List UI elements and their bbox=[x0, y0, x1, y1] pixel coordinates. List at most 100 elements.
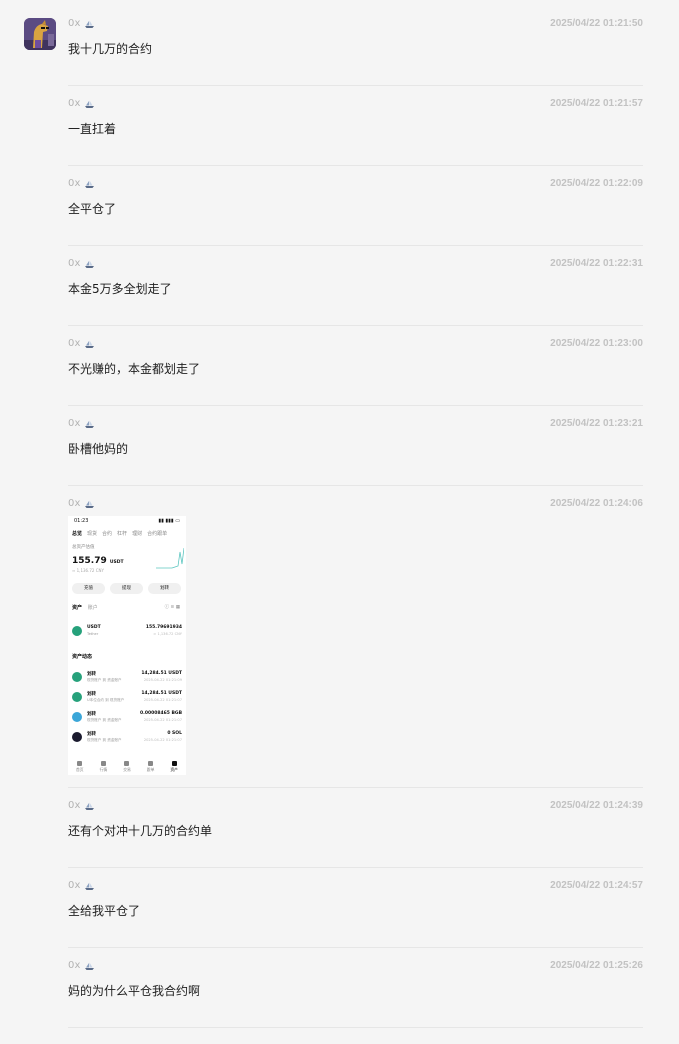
divider bbox=[68, 325, 643, 326]
sender-name[interactable]: 0x bbox=[68, 178, 95, 189]
message-text: 本金5万多全划走了 bbox=[68, 282, 172, 296]
sender-name[interactable]: 0x bbox=[68, 880, 95, 891]
activity-row[interactable]: 划转 现货账户 到 资金账户 14,284.51 USDT 2025-04-22… bbox=[72, 670, 182, 688]
message-timestamp: 2025/04/22 01:24:06 bbox=[550, 498, 643, 509]
message-timestamp: 2025/04/22 01:23:00 bbox=[550, 338, 643, 349]
ship-icon bbox=[84, 20, 94, 28]
activity-row[interactable]: 划转 现货账户 到 资金账户 0 SOL 2025-04-22 01:21:07 bbox=[72, 730, 182, 748]
message-item: 0x 2025/04/22 01:25:26 妈的为什么平仓我合约啊 bbox=[68, 960, 643, 999]
tether-icon bbox=[72, 672, 82, 682]
divider bbox=[68, 947, 643, 948]
balance: 155.79 USDT bbox=[72, 556, 124, 566]
divider bbox=[68, 787, 643, 788]
nav-home[interactable]: 首页 bbox=[76, 761, 84, 773]
assets-header: 资产 账户 bbox=[72, 605, 98, 611]
message-item: 0x 2025/04/22 01:23:21 卧槽他妈的 bbox=[68, 418, 643, 457]
activity-header: 资产动态 bbox=[72, 654, 93, 660]
withdraw-button[interactable]: 提现 bbox=[110, 583, 143, 594]
action-buttons: 充值 提现 划转 bbox=[72, 583, 181, 594]
sender-name[interactable]: 0x bbox=[68, 800, 95, 811]
divider bbox=[68, 245, 643, 246]
asset-label: 总资产估值 bbox=[72, 545, 95, 550]
status-time: 01:23 bbox=[74, 518, 89, 524]
bottom-nav: 首页 行情 交易 跟单 资产 bbox=[68, 759, 186, 775]
message-timestamp: 2025/04/22 01:21:57 bbox=[550, 98, 643, 109]
ship-icon bbox=[84, 802, 94, 810]
message-timestamp: 2025/04/22 01:22:31 bbox=[550, 258, 643, 269]
ship-icon bbox=[84, 962, 94, 970]
ship-icon bbox=[84, 420, 94, 428]
bgb-coin-icon bbox=[72, 712, 82, 722]
tab-spot[interactable]: 现货 bbox=[87, 530, 97, 537]
tether-icon bbox=[72, 626, 82, 636]
divider bbox=[68, 867, 643, 868]
divider bbox=[68, 485, 643, 486]
trend-sparkline bbox=[156, 547, 184, 569]
message-text: 还有个对冲十几万的合约单 bbox=[68, 824, 213, 838]
nav-assets[interactable]: 资产 bbox=[170, 761, 178, 773]
activity-row[interactable]: 划转 U本位合约 到 现货账户 14,284.51 USDT 2025-04-2… bbox=[72, 690, 182, 708]
message-timestamp: 2025/04/22 01:21:50 bbox=[550, 18, 643, 29]
message-text: 妈的为什么平仓我合约啊 bbox=[68, 984, 201, 998]
divider bbox=[68, 85, 643, 86]
home-icon bbox=[77, 761, 83, 766]
chart-icon bbox=[100, 761, 106, 766]
trade-icon bbox=[124, 761, 130, 766]
ship-icon bbox=[84, 500, 94, 508]
tab-margin[interactable]: 杠杆 bbox=[117, 530, 127, 537]
message-timestamp: 2025/04/22 01:24:57 bbox=[550, 880, 643, 891]
sender-name[interactable]: 0x bbox=[68, 498, 95, 509]
ship-icon bbox=[84, 180, 94, 188]
message-timestamp: 2025/04/22 01:22:09 bbox=[550, 178, 643, 189]
sender-name[interactable]: 0x bbox=[68, 960, 95, 971]
message-text: 我十几万的合约 bbox=[68, 42, 153, 56]
sender-name[interactable]: 0x bbox=[68, 338, 95, 349]
asset-tabs: 总览 现货 合约 杠杆 理财 合约跟单 bbox=[72, 530, 167, 537]
message-item: 0x 2025/04/22 01:21:57 一直扛着 bbox=[68, 98, 643, 137]
avatar[interactable] bbox=[24, 18, 56, 50]
message-item: 0x 2025/04/22 01:23:00 不光赚的，本金都划走了 bbox=[68, 338, 643, 377]
message-text: 一直扛着 bbox=[68, 122, 117, 136]
message-item: 0x 2025/04/22 01:22:09 全平仓了 bbox=[68, 178, 643, 217]
tab-overview[interactable]: 总览 bbox=[72, 530, 82, 537]
tab-futures[interactable]: 合约 bbox=[102, 530, 112, 537]
message-text: 卧槽他妈的 bbox=[68, 442, 129, 456]
sender-name[interactable]: 0x bbox=[68, 418, 95, 429]
message-item: 0x 2025/04/22 01:24:57 全给我平仓了 bbox=[68, 880, 643, 919]
ship-icon bbox=[84, 260, 94, 268]
tab-copy[interactable]: 合约跟单 bbox=[147, 530, 167, 537]
sol-coin-icon bbox=[72, 732, 82, 742]
divider bbox=[68, 405, 643, 406]
nav-copy[interactable]: 跟单 bbox=[147, 761, 154, 773]
image-attachment[interactable]: 01:23 ▮▮ ▮▮▮ ▭ 总览 现货 合约 杠杆 理财 合约跟单 总资产估值… bbox=[68, 516, 186, 775]
message-text: 全平仓了 bbox=[68, 202, 117, 216]
sender-name[interactable]: 0x bbox=[68, 258, 95, 269]
divider bbox=[68, 165, 643, 166]
tether-icon bbox=[72, 692, 82, 702]
balance-cny: ≈ 1,136.72 CNY bbox=[72, 568, 104, 573]
tab-earn[interactable]: 理财 bbox=[132, 530, 142, 537]
signal-icon: ▮▮ ▮▮▮ ▭ bbox=[158, 518, 180, 524]
sender-name[interactable]: 0x bbox=[68, 98, 95, 109]
asset-row[interactable]: USDT Tether 155.79691934 ≈ 1,136.72 CNY bbox=[72, 624, 182, 642]
ship-icon bbox=[84, 100, 94, 108]
deposit-button[interactable]: 充值 bbox=[72, 583, 105, 594]
ship-icon bbox=[84, 340, 94, 348]
message-item: 0x 2025/04/22 01:24:39 还有个对冲十几万的合约单 bbox=[68, 800, 643, 839]
nav-markets[interactable]: 行情 bbox=[100, 761, 107, 773]
message-timestamp: 2025/04/22 01:25:26 bbox=[550, 960, 643, 971]
message-item: 0x 2025/04/22 01:22:31 本金5万多全划走了 bbox=[68, 258, 643, 297]
ship-icon bbox=[84, 882, 94, 890]
message-item: 0x 2025/04/22 01:21:50 我十几万的合约 bbox=[68, 18, 643, 57]
wallet-icon bbox=[171, 761, 177, 766]
message-text: 全给我平仓了 bbox=[68, 904, 141, 918]
sender-name[interactable]: 0x bbox=[68, 18, 95, 29]
message-timestamp: 2025/04/22 01:24:39 bbox=[550, 800, 643, 811]
message-item: 0x 2025/04/22 01:24:06 bbox=[68, 498, 643, 512]
transfer-button[interactable]: 划转 bbox=[148, 583, 181, 594]
list-options-icon[interactable]: ⓘ ≡ ▦ bbox=[165, 604, 180, 610]
nav-trade[interactable]: 交易 bbox=[123, 761, 131, 773]
copy-icon bbox=[148, 761, 154, 766]
divider bbox=[68, 1027, 643, 1028]
activity-row[interactable]: 划转 现货账户 到 资金账户 0.00008465 BGB 2025-04-22… bbox=[72, 710, 182, 728]
